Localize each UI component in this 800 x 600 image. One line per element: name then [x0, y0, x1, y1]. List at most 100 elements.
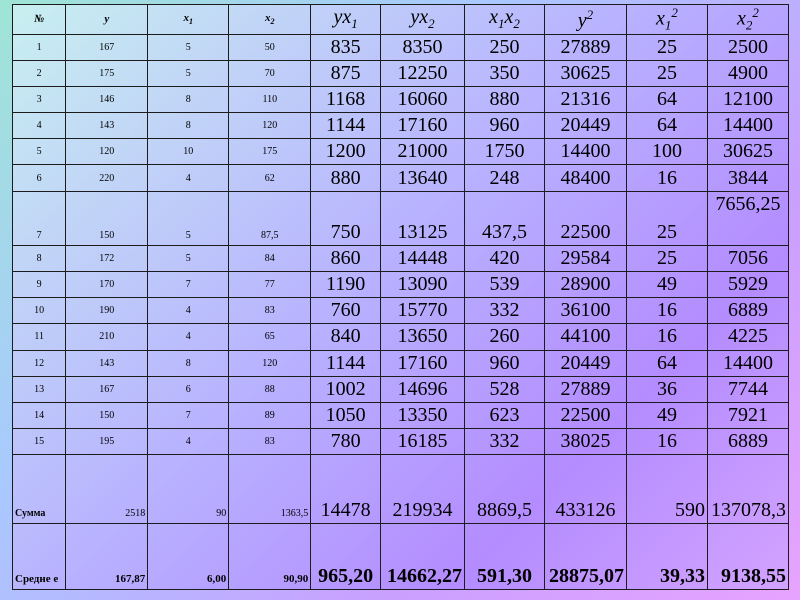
- cell: 150: [65, 401, 149, 430]
- cell: 39,33: [625, 522, 708, 591]
- cell: 14: [11, 401, 67, 430]
- cell: 8: [11, 244, 67, 273]
- cell: 433126: [543, 454, 627, 524]
- cell: 87,5: [228, 190, 312, 246]
- cell: 4: [147, 427, 230, 456]
- cell: 12: [11, 349, 67, 377]
- cell: 38025: [543, 427, 627, 456]
- cell: 14400: [706, 112, 790, 140]
- cell: 13650: [379, 323, 466, 351]
- cell: 8869,5: [464, 454, 545, 524]
- cell: 15: [11, 427, 67, 456]
- cell: 760: [310, 297, 381, 325]
- regression-table: № y x1 x2 yx1 yx2 x1x2 y2 x12 x22 1 167 5 5…: [11, 4, 790, 591]
- cell: 190: [65, 297, 149, 325]
- cell: 29584: [543, 244, 627, 273]
- cell: 13: [11, 375, 67, 403]
- cell: 28900: [543, 271, 627, 299]
- cell: 4: [147, 164, 230, 192]
- cell: 5929: [706, 271, 790, 299]
- cell: 14662,27: [379, 522, 466, 591]
- cell: 13090: [379, 271, 466, 299]
- cell: 6: [147, 375, 230, 403]
- header-x1-squared: x12: [625, 4, 708, 35]
- cell: 64: [625, 349, 708, 377]
- cell: 48400: [543, 164, 627, 192]
- cell: 7921: [706, 401, 790, 430]
- cell: 780: [310, 427, 381, 456]
- cell: 4900: [706, 59, 790, 87]
- cell: 90,90: [228, 522, 312, 591]
- header-y-squared: y2: [543, 4, 627, 35]
- cell: 860: [310, 244, 381, 273]
- cell: 437,5: [464, 190, 545, 246]
- cell: 9138,55: [706, 522, 790, 591]
- cell: 7744: [706, 375, 790, 403]
- table-row: 9 170 7 77 1190 13090 539 28900 49 5929: [11, 271, 790, 299]
- cell: 36: [625, 375, 708, 403]
- header-yx2: yx2: [379, 4, 466, 35]
- table-row: 3 146 8 110 1168 16060 880 21316 64 12100: [11, 85, 790, 114]
- table-row: 11 210 4 65 840 13650 260 44100 16 4225: [11, 323, 790, 351]
- cell: 143: [65, 349, 149, 377]
- cell: 332: [464, 297, 545, 325]
- table-row: 7 150 5 87,5 750 13125 437,5 22500 25 7656,25: [11, 190, 790, 246]
- cell: 65: [228, 323, 312, 351]
- cell: 10: [147, 138, 230, 166]
- cell: 22500: [543, 401, 627, 430]
- cell: 12100: [706, 85, 790, 114]
- cell: 20449: [543, 112, 627, 140]
- cell: 49: [625, 401, 708, 430]
- cell: 220: [65, 164, 149, 192]
- cell: 16: [625, 297, 708, 325]
- table-row: 2 175 5 70 875 12250 350 30625 25 4900: [11, 59, 790, 87]
- cell: 13640: [379, 164, 466, 192]
- cell: 840: [310, 323, 381, 351]
- cell: 4225: [706, 323, 790, 351]
- cell: 28875,07: [543, 522, 627, 591]
- table-row: 5 120 10 175 1200 21000 1750 14400 100 30625: [11, 138, 790, 166]
- cell: 49: [625, 271, 708, 299]
- cell: 528: [464, 375, 545, 403]
- cell: 17160: [379, 112, 466, 140]
- cell: 9: [11, 271, 67, 299]
- cell: 137078,3: [706, 454, 790, 524]
- cell: 16185: [379, 427, 466, 456]
- cell: 36100: [543, 297, 627, 325]
- cell: 16: [625, 323, 708, 351]
- cell: 172: [65, 244, 149, 273]
- cell: 11: [11, 323, 67, 351]
- sum-label: Сумма: [11, 454, 67, 524]
- table-row: 10 190 4 83 760 15770 332 36100 16 6889: [11, 297, 790, 325]
- cell: 875: [310, 59, 381, 87]
- cell: 16060: [379, 85, 466, 114]
- cell: 623: [464, 401, 545, 430]
- cell: 6,00: [147, 522, 230, 591]
- cell: 260: [464, 323, 545, 351]
- cell: 8: [147, 349, 230, 377]
- header-x1x2: x1x2: [464, 4, 545, 35]
- sum-row: Сумма 2518 90 1363,5 14478 219934 8869,5…: [11, 454, 790, 524]
- cell: 25: [625, 190, 708, 246]
- cell: 880: [464, 85, 545, 114]
- cell: 210: [65, 323, 149, 351]
- cell: 10: [11, 297, 67, 325]
- cell: 14400: [543, 138, 627, 166]
- cell: 90: [147, 454, 230, 524]
- header-number: №: [11, 4, 67, 35]
- cell: 84: [228, 244, 312, 273]
- cell: 14400: [706, 349, 790, 377]
- table-row: 14 150 7 89 1050 13350 623 22500 49 7921: [11, 401, 790, 430]
- cell: 7656,25: [706, 190, 790, 246]
- cell: 1002: [310, 375, 381, 403]
- cell: 5: [147, 33, 230, 61]
- cell: 195: [65, 427, 149, 456]
- cell: 590: [625, 454, 708, 524]
- cell: 25: [625, 33, 708, 61]
- cell: 167: [65, 375, 149, 403]
- cell: 16: [625, 164, 708, 192]
- cell: 167: [65, 33, 149, 61]
- cell: 70: [228, 59, 312, 87]
- cell: 175: [65, 59, 149, 87]
- cell: 62: [228, 164, 312, 192]
